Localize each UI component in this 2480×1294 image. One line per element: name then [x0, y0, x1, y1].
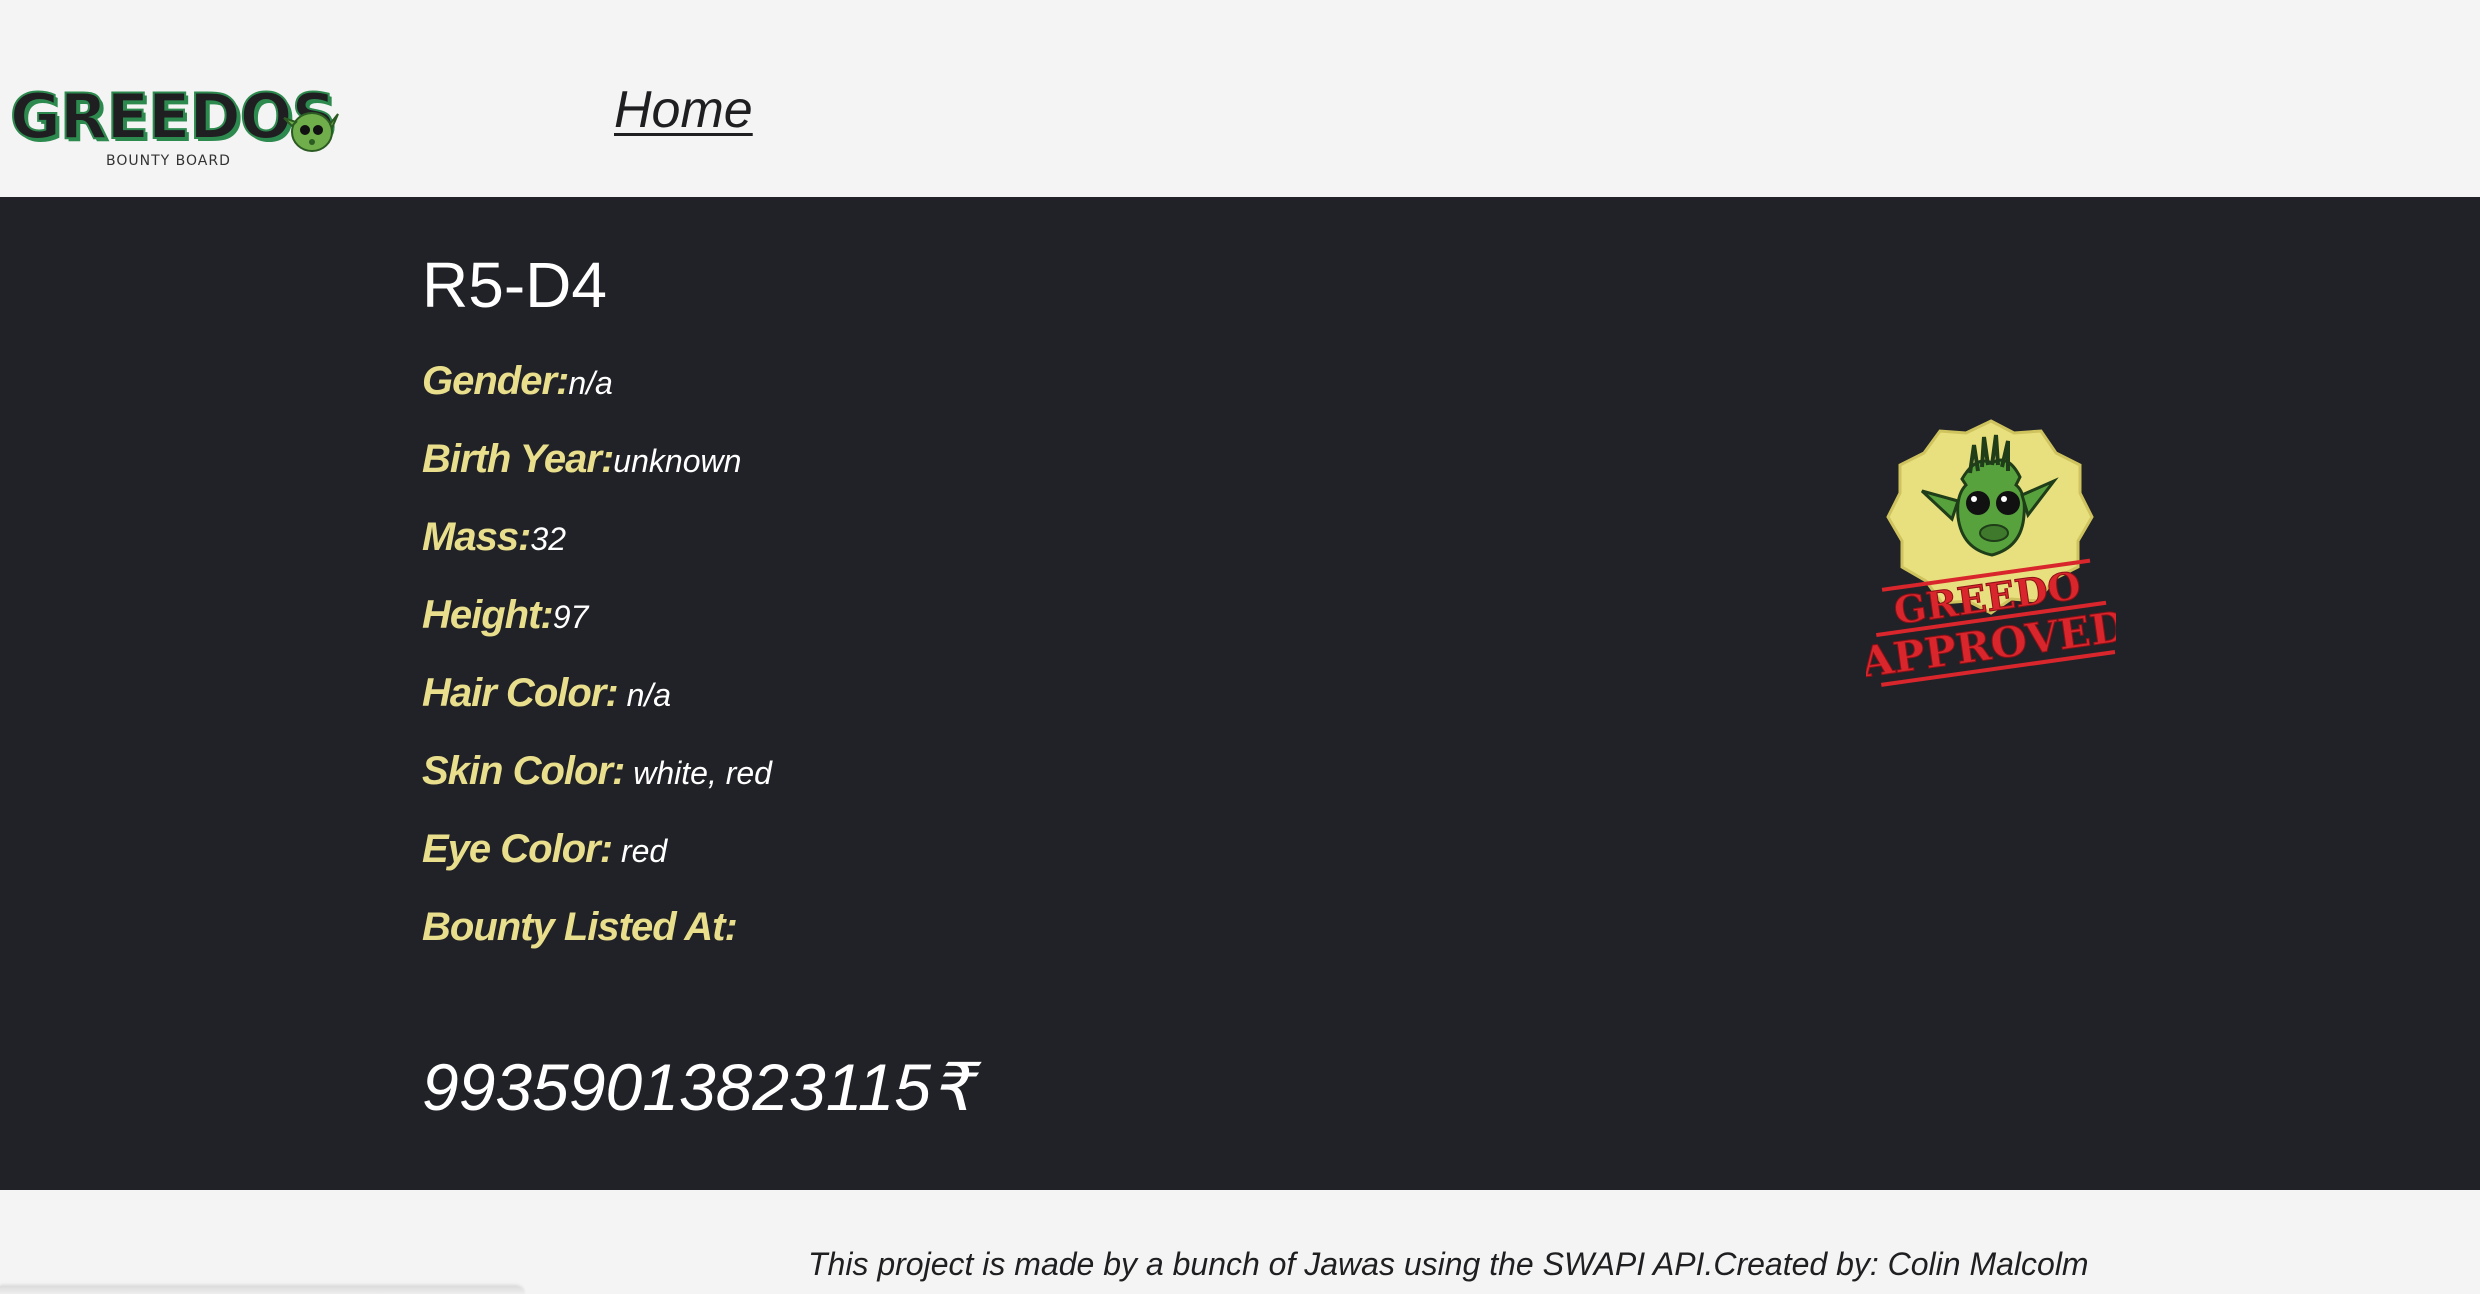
attribute-value: n/a	[568, 365, 613, 401]
attribute-label: Mass:	[422, 515, 531, 559]
attribute-label: Skin Color:	[422, 749, 625, 793]
attribute-value: unknown	[613, 443, 742, 479]
greedo-head-icon	[283, 112, 339, 152]
character-name: R5-D4	[422, 249, 607, 321]
attribute-value: 32	[530, 521, 566, 557]
character-detail-panel: R5-D4 Gender:n/a Birth Year:unknown Mass…	[0, 197, 2480, 1190]
attribute-label: Gender:	[422, 359, 569, 403]
attribute-value: white, red	[624, 755, 772, 791]
attribute-value: red	[612, 833, 668, 869]
attribute-gender: Gender:n/a	[422, 353, 613, 418]
attribute-bounty-listed: Bounty Listed At:	[422, 899, 738, 964]
greedo-approved-stamp-icon: GREEDO APPROVED	[1866, 419, 2116, 688]
attribute-label: Bounty Listed At:	[422, 905, 738, 949]
attribute-label: Height:	[422, 593, 554, 637]
attribute-label: Eye Color:	[422, 827, 613, 871]
site-footer: This project is made by a bunch of Jawas…	[0, 1190, 2480, 1294]
attribute-hair-color: Hair Color: n/a	[422, 665, 671, 730]
greedos-logo[interactable]: GREEDOS BOUNTY BOARD	[9, 81, 340, 172]
horizontal-scrollbar[interactable]	[0, 1286, 524, 1294]
attribute-height: Height:97	[422, 587, 588, 652]
attribute-eye-color: Eye Color: red	[422, 821, 667, 886]
attribute-value: 97	[552, 599, 589, 635]
attribute-label: Hair Color:	[422, 671, 619, 715]
logo-subtitle: BOUNTY BOARD	[106, 153, 231, 169]
site-header: GREEDOS BOUNTY BOARD Home	[0, 0, 2480, 197]
attribute-skin-color: Skin Color: white, red	[422, 743, 772, 808]
footer-credits: This project is made by a bunch of Jawas…	[808, 1246, 2089, 1282]
bounty-amount: 99359013823115₹	[422, 1050, 973, 1124]
attribute-label: Birth Year:	[422, 437, 614, 481]
attribute-mass: Mass:32	[422, 509, 566, 574]
attribute-value: n/a	[617, 677, 672, 713]
attribute-birth-year: Birth Year:unknown	[422, 431, 741, 496]
nav-home-link[interactable]: Home	[614, 78, 753, 142]
